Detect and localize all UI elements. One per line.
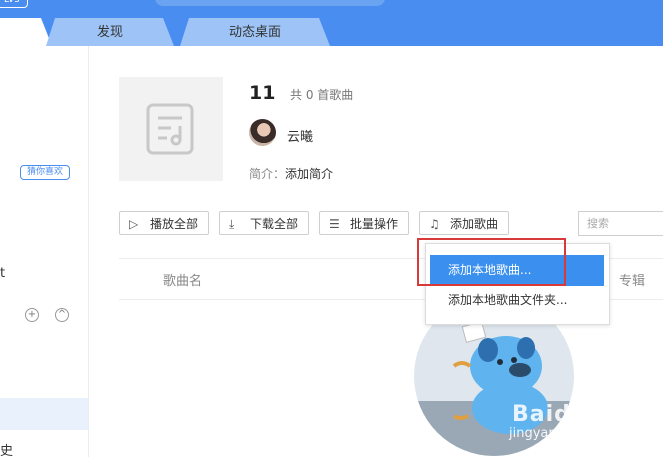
menu-item-add-local-song[interactable]: 添加本地歌曲... <box>430 255 604 286</box>
intro-add-link[interactable]: 添加简介 <box>285 167 333 181</box>
tab-dynamic-desktop[interactable]: 动态桌面 <box>180 18 330 46</box>
song-search-input[interactable]: 搜索 <box>578 211 663 236</box>
tab-active[interactable] <box>0 18 52 46</box>
download-icon: ⤓ <box>229 217 235 231</box>
column-album[interactable]: 专辑 <box>619 270 645 289</box>
menu-item-add-local-folder[interactable]: 添加本地歌曲文件夹... <box>430 285 604 316</box>
creator-name[interactable]: 云曦 <box>287 126 313 145</box>
add-song-dropdown: 添加本地歌曲... 添加本地歌曲文件夹... <box>425 243 610 325</box>
sidebar-item-history[interactable]: 史 <box>0 440 13 459</box>
top-bar: LV5 发现 动态桌面 <box>0 0 663 46</box>
intro-line: 简介：添加简介 <box>249 165 333 182</box>
tab-discover[interactable]: 发现 <box>46 18 174 46</box>
column-song-name[interactable]: 歌曲名 <box>163 270 202 289</box>
creator-avatar[interactable] <box>249 119 276 146</box>
sidebar-item-fragment[interactable]: t <box>0 266 5 281</box>
list-icon: ☰ <box>329 217 340 231</box>
song-count: 共 0 首歌曲 <box>290 88 354 102</box>
collapse-icon[interactable]: ^ <box>55 308 69 322</box>
download-all-button[interactable]: ⤓ 下载全部 <box>219 211 309 235</box>
intro-label: 简介： <box>249 167 286 181</box>
add-song-button[interactable]: ♫ 添加歌曲 <box>419 211 509 235</box>
playlist-title: 11 <box>249 82 276 104</box>
batch-operation-button[interactable]: ☰ 批量操作 <box>319 211 409 235</box>
vip-badge: LV5 <box>0 0 28 8</box>
baidu-watermark-url: jingyan.baidu.com <box>509 426 629 441</box>
top-search-bar[interactable] <box>155 0 385 6</box>
guess-you-like-badge[interactable]: 猜你喜欢 <box>20 165 70 180</box>
play-icon: ▷ <box>129 217 139 231</box>
sidebar: 猜你喜欢 t + ^ 史 <box>0 46 89 459</box>
add-playlist-icon[interactable]: + <box>25 308 39 322</box>
music-note-icon <box>146 103 194 155</box>
baidu-watermark: Baidu 经验 <box>512 402 643 427</box>
sidebar-item-selected[interactable] <box>0 398 88 430</box>
add-music-icon: ♫ <box>429 217 440 231</box>
playlist-cover <box>119 77 223 181</box>
play-all-button[interactable]: ▷ 播放全部 <box>119 211 209 235</box>
